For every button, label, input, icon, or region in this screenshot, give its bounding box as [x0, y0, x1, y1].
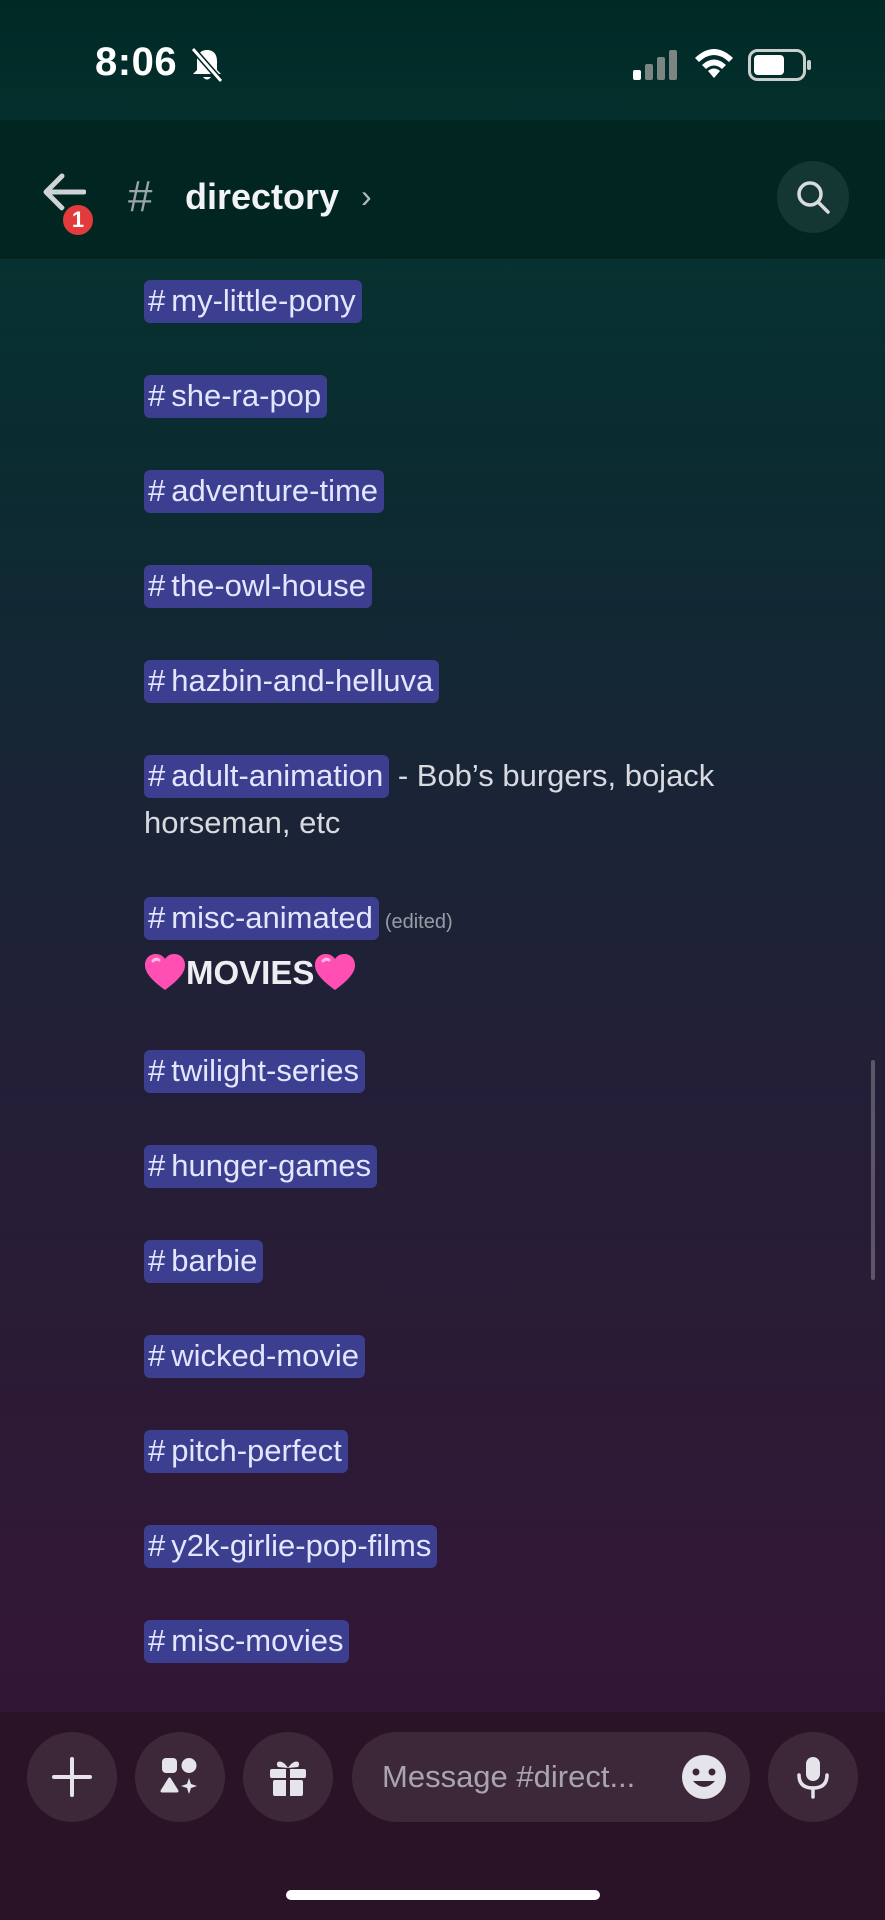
channel-mention[interactable]: # misc-movies [144, 1620, 350, 1663]
list-item: # pitch-perfect [144, 1428, 348, 1474]
list-item: # y2k-girlie-pop-films [144, 1523, 438, 1569]
message-input[interactable] [382, 1732, 672, 1822]
channel-mention[interactable]: # y2k-girlie-pop-films [144, 1525, 438, 1568]
section-heading-text: MOVIES [186, 954, 315, 991]
list-item: # barbie [144, 1238, 264, 1284]
channel-mention[interactable]: # barbie [144, 1240, 264, 1283]
status-time: 8:06 [95, 40, 178, 84]
list-item: # hazbin-and-helluva [144, 658, 440, 704]
bell-off-icon [190, 47, 224, 83]
pink-heart-icon [315, 954, 356, 990]
list-item: # misc-movies [144, 1618, 350, 1664]
channel-mention[interactable]: # adult-animation [144, 755, 390, 798]
list-item: # my-little-pony [144, 278, 362, 324]
list-item: # the-owl-house [144, 563, 372, 609]
wifi-icon [695, 49, 733, 78]
channel-mention[interactable]: # the-owl-house [144, 565, 372, 608]
gift-icon [270, 1761, 306, 1796]
list-item: # hunger-games [144, 1143, 378, 1189]
list-item: # wicked-movie [144, 1333, 366, 1379]
back-button[interactable]: 1 [38, 172, 98, 238]
channel-mention[interactable]: # twilight-series [144, 1050, 366, 1093]
search-button[interactable] [777, 161, 849, 233]
list-item: # twilight-series [144, 1048, 366, 1094]
channel-mention[interactable]: # hazbin-and-helluva [144, 660, 440, 703]
channel-mention[interactable]: # hunger-games [144, 1145, 378, 1188]
edited-label: (edited) [384, 911, 453, 933]
apps-button[interactable] [135, 1732, 225, 1822]
scrollbar[interactable] [871, 1060, 875, 1280]
message-list: # my-little-pony # she-ra-pop # adventure-t… [0, 261, 885, 1711]
microphone-icon [797, 1757, 829, 1799]
channel-mention[interactable]: # she-ra-pop [144, 375, 328, 418]
channel-description: - Bob’s burgers, bojack [389, 758, 715, 793]
gift-button[interactable] [243, 1732, 333, 1822]
list-item-continuation: horseman, etc [144, 800, 340, 846]
channel-header: 1 # directory › [0, 120, 885, 260]
apps-icon [160, 1758, 197, 1794]
search-icon [797, 181, 830, 214]
channel-description: horseman, etc [144, 805, 341, 840]
channel-mention[interactable]: # my-little-pony [144, 280, 362, 323]
list-item: # adult-animation - Bob’s burgers, bojack [144, 753, 714, 799]
channel-mention[interactable]: # adventure-time [144, 470, 385, 513]
status-bar: 8:06 [0, 0, 885, 120]
channel-title[interactable]: directory [185, 176, 339, 218]
chevron-right-icon[interactable]: › [361, 178, 372, 215]
battery-icon [748, 49, 811, 81]
channel-mention[interactable]: # wicked-movie [144, 1335, 366, 1378]
notification-badge: 1 [60, 202, 96, 238]
channel-hash-icon: # [128, 172, 153, 221]
list-item: # adventure-time [144, 468, 385, 514]
section-heading: MOVIES [144, 953, 356, 993]
add-button[interactable] [27, 1732, 117, 1822]
signal-icon [633, 50, 677, 80]
message-input-bar [0, 1712, 885, 1920]
plus-icon [52, 1757, 92, 1797]
message-input-container [352, 1732, 750, 1822]
channel-mention[interactable]: # misc-animated [144, 897, 379, 940]
list-item: # misc-animated (edited) [144, 895, 453, 945]
pink-heart-icon [145, 954, 185, 990]
smiley-icon[interactable] [680, 1753, 728, 1801]
voice-message-button[interactable] [768, 1732, 858, 1822]
channel-mention[interactable]: # pitch-perfect [144, 1430, 348, 1473]
list-item: # she-ra-pop [144, 373, 328, 419]
home-indicator[interactable] [286, 1890, 600, 1900]
